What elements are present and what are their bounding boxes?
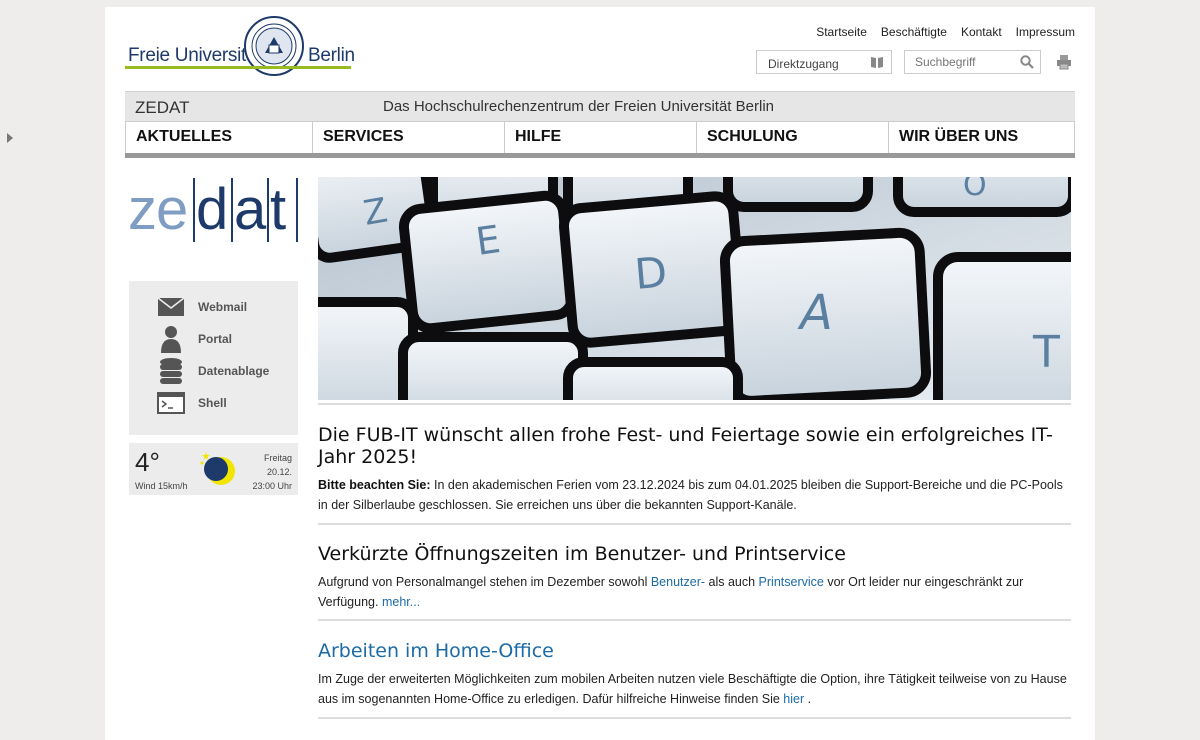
quick-link-shell[interactable]: Shell: [156, 390, 227, 416]
quick-link-label: Datenablage: [198, 364, 270, 378]
news-title-1: Die FUB-IT wünscht allen frohe Fest- und…: [318, 424, 1053, 468]
weather-date: 20.12.: [266, 467, 292, 477]
nav-services[interactable]: SERVICES: [312, 122, 504, 153]
terminal-icon: [157, 392, 185, 414]
banner-subtitle: Das Hochschulrechenzentrum der Freien Un…: [383, 98, 774, 115]
news-text-3-part: Im Zuge der erweiterten Möglichkeiten zu…: [318, 672, 1067, 706]
weather-widget: 4° Wind 15km/h Freitag 20.12. 23:00 Uhr: [129, 443, 298, 495]
top-nav-beschaeftigte[interactable]: Beschäftigte: [881, 25, 947, 39]
nav-schulung[interactable]: SCHULUNG: [696, 122, 888, 153]
fu-berlin-logo[interactable]: Freie Universität Berlin: [125, 15, 355, 85]
main-nav: AKTUELLES SERVICES HILFE SCHULUNG WIR ÜB…: [125, 121, 1075, 158]
top-nav: Startseite Beschäftigte Kontakt Impressu…: [816, 25, 1075, 39]
database-icon: [160, 358, 182, 384]
mail-icon: [157, 297, 185, 316]
search-box: [904, 50, 1041, 74]
mehr-link[interactable]: mehr...: [382, 595, 420, 609]
news-text-3: Im Zuge der erweiterten Möglichkeiten zu…: [318, 669, 1071, 709]
top-nav-impressum[interactable]: Impressum: [1016, 25, 1075, 39]
news-text-2-part: als auch: [705, 575, 759, 589]
news-title-3[interactable]: Arbeiten im Home-Office: [318, 640, 1071, 662]
quick-link-label: Portal: [198, 332, 233, 346]
zedat-logo-divider: [193, 178, 195, 242]
search-input[interactable]: [905, 51, 1025, 73]
news-text-3-part: .: [804, 692, 812, 706]
top-nav-kontakt[interactable]: Kontakt: [961, 25, 1002, 39]
news-item-1: Die FUB-IT wünscht allen frohe Fest- und…: [318, 424, 1071, 515]
news-text-1-body: In den akademischen Ferien vom 23.12.202…: [318, 478, 1063, 512]
logo-text-right: Berlin: [308, 45, 355, 66]
site-banner: ZEDAT Das Hochschulrechenzentrum der Fre…: [125, 91, 1075, 122]
news-text-1-bold: Bitte beachten Sie:: [318, 478, 431, 492]
zedat-logo-t: t: [270, 177, 286, 242]
hero-keyboard-image: Z E D A T O: [318, 177, 1071, 400]
zedat-logo-ze: ze: [128, 177, 188, 242]
weather-time: 23:00 Uhr: [252, 481, 292, 491]
page-container: Freie Universität Berlin Startseite Besc…: [105, 7, 1095, 740]
zedat-logo-a: a: [234, 177, 266, 242]
nav-hilfe[interactable]: HILFE: [504, 122, 696, 153]
weather-datetime: Freitag 20.12. 23:00 Uhr: [252, 451, 292, 493]
quick-links-panel: Webmail Portal Datenablage Shell: [129, 281, 298, 435]
key-label-o: O: [963, 177, 987, 203]
news-divider: [318, 523, 1071, 525]
user-icon: [161, 326, 181, 353]
weather-temperature: 4°: [135, 447, 160, 477]
hier-link[interactable]: hier: [783, 692, 804, 706]
zedat-logo-divider: [267, 178, 269, 242]
zedat-logo-divider: [231, 178, 233, 242]
key-label-d: D: [633, 247, 669, 299]
top-nav-startseite[interactable]: Startseite: [816, 25, 867, 39]
direktzugang-dropdown[interactable]: Direktzugang: [756, 50, 892, 74]
search-icon[interactable]: [1020, 55, 1034, 69]
news-text-2-part: Aufgrund von Personalmangel stehen im De…: [318, 575, 651, 589]
zedat-logo-divider: [296, 178, 298, 242]
news-divider: [318, 717, 1071, 719]
benutzer-link[interactable]: Benutzer-: [651, 575, 705, 589]
direktzugang-label: Direktzugang: [768, 57, 839, 71]
news-divider: [318, 619, 1071, 621]
nav-wir-ueber-uns[interactable]: WIR ÜBER UNS: [888, 122, 1075, 153]
news-title-2: Verkürzte Öffnungszeiten im Benutzer- un…: [318, 543, 846, 565]
key-label-a: A: [797, 285, 833, 341]
hero-divider: [318, 403, 1071, 405]
quick-link-label: Webmail: [198, 300, 248, 314]
night-moon-icon: [200, 452, 235, 485]
zedat-logo[interactable]: ze d a t: [128, 175, 300, 245]
nav-expand-arrow[interactable]: [7, 133, 13, 143]
quick-link-label: Shell: [198, 396, 227, 410]
printer-icon[interactable]: [1056, 54, 1072, 70]
quick-link-webmail[interactable]: Webmail: [156, 294, 247, 320]
printservice-link[interactable]: Printservice: [759, 575, 824, 589]
news-text-2: Aufgrund von Personalmangel stehen im De…: [318, 572, 1071, 612]
zedat-logo-d: d: [196, 177, 228, 242]
nav-aktuelles[interactable]: AKTUELLES: [125, 122, 312, 153]
keyboard-illustration: Z E D A T O: [318, 177, 1071, 400]
quick-link-portal[interactable]: Portal: [156, 326, 233, 353]
news-text-1: Bitte beachten Sie: In den akademischen …: [318, 475, 1071, 515]
news-item-2: Verkürzte Öffnungszeiten im Benutzer- un…: [318, 543, 1071, 612]
news-item-3: Arbeiten im Home-Office Im Zuge der erwe…: [318, 640, 1071, 709]
logo-underline: [125, 66, 351, 69]
weather-wind: Wind 15km/h: [135, 481, 188, 491]
quick-link-datenablage[interactable]: Datenablage: [156, 358, 269, 384]
weather-day: Freitag: [263, 453, 292, 463]
logo-text-left: Freie Universität: [128, 45, 262, 66]
book-icon: [871, 57, 883, 68]
key-label-t: T: [1032, 327, 1060, 378]
banner-title[interactable]: ZEDAT: [135, 98, 189, 118]
